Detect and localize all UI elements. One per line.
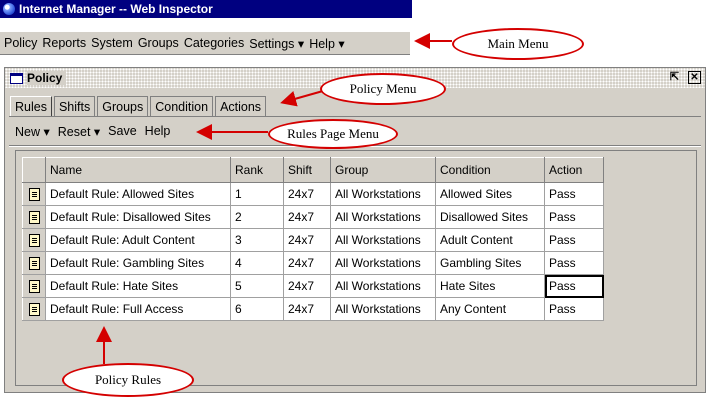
annotation-arrows xyxy=(96,33,452,364)
policy-menu-callout: Policy Menu xyxy=(320,73,446,105)
policy-rules-callout: Policy Rules xyxy=(62,363,194,397)
main-menu-callout: Main Menu xyxy=(452,28,584,60)
rules-page-menu-callout: Rules Page Menu xyxy=(268,119,398,149)
